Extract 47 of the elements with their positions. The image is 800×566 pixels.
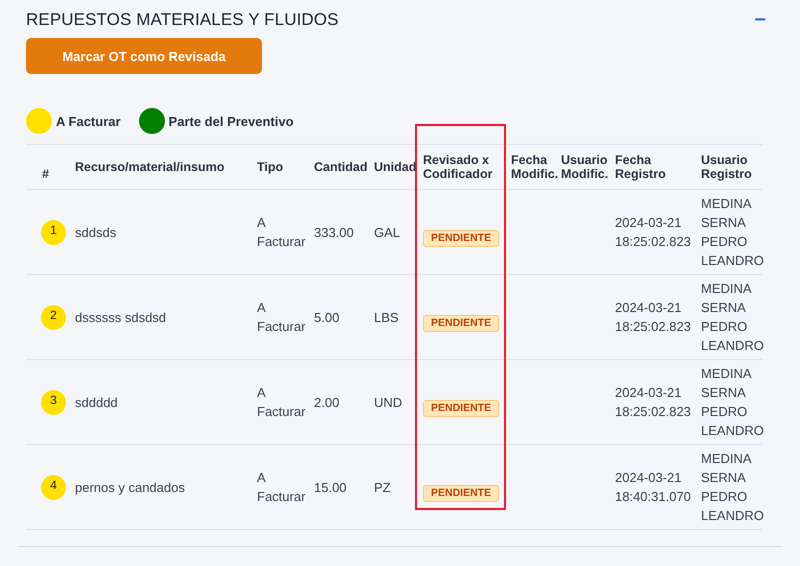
table-cell: A Facturar (257, 215, 306, 249)
table-cell: 15.00 (314, 480, 347, 494)
row-number-badge: 1 (41, 220, 66, 244)
table-cell: 2024-03-21 18:25:02.823 (615, 300, 691, 334)
table-cell: MEDINA SERNA PEDRO LEANDRO (701, 451, 764, 523)
column-header: # (42, 167, 49, 181)
table-cell: 2024-03-21 18:40:31.070 (615, 470, 691, 504)
table-cell: A Facturar (257, 470, 306, 504)
table-cell: LBS (374, 310, 399, 324)
status-badge: PENDIENTE (423, 484, 500, 502)
table-cell: sddddd (75, 394, 118, 410)
table-cell: 2.00 (314, 394, 340, 410)
column-header: Fecha Registro (615, 153, 666, 181)
table-cell: sddsds (75, 224, 116, 240)
collapse-button[interactable]: − (746, 10, 774, 30)
status-badge: PENDIENTE (423, 400, 500, 416)
mark-reviewed-button[interactable]: Marcar OT como Revisada (26, 38, 262, 74)
status-badge: PENDIENTE (423, 230, 500, 246)
row-number-badge: 4 (41, 474, 66, 500)
table-cell: UND (374, 394, 402, 410)
table-cell: PZ (374, 480, 391, 494)
legend-label: Parte del Preventivo (168, 114, 294, 128)
row-number-badge: 3 (41, 390, 66, 414)
table-cell: 2024-03-21 18:25:02.823 (615, 215, 691, 249)
column-header: Tipo (257, 160, 284, 174)
table-cell: 2024-03-21 18:25:02.823 (615, 385, 691, 419)
column-header: Usuario Registro (701, 153, 752, 181)
table-cell: A Facturar (257, 385, 306, 419)
column-header: Recurso/material/insumo (75, 160, 224, 174)
table-cell: MEDINA SERNA PEDRO LEANDRO (701, 196, 764, 268)
table-cell: MEDINA SERNA PEDRO LEANDRO (701, 366, 764, 438)
column-header: Fecha Modific. (511, 153, 558, 181)
table-cell: dssssss sdsdsd (75, 310, 166, 324)
table-cell: MEDINA SERNA PEDRO LEANDRO (701, 281, 764, 353)
table-cell: pernos y candados (75, 480, 185, 494)
table-cell: A Facturar (257, 300, 306, 334)
table-cell: GAL (374, 224, 400, 240)
row-number-badge: 2 (41, 304, 66, 330)
legend-label: A Facturar (56, 114, 121, 128)
column-header: Revisado x Codificador (423, 153, 492, 181)
table-cell: 5.00 (314, 310, 340, 324)
status-badge: PENDIENTE (423, 314, 500, 332)
column-header: Unidad (374, 160, 416, 174)
section-title: REPUESTOS MATERIALES Y FLUIDOS (26, 10, 339, 30)
table-cell: 333.00 (314, 224, 354, 240)
column-header: Cantidad (314, 160, 368, 174)
column-header: Usuario Modific. (561, 153, 608, 181)
